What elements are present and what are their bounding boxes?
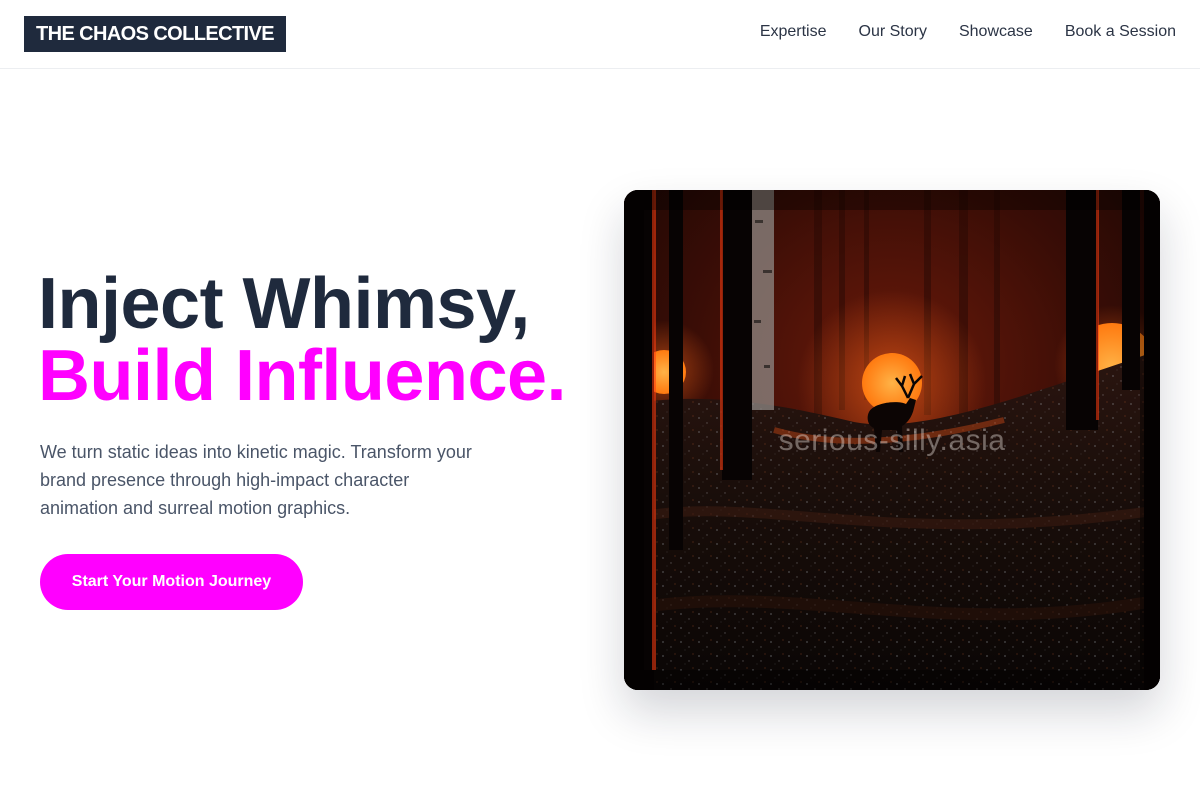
hero-headline-line-2: Build Influence.: [38, 336, 567, 416]
start-motion-journey-button[interactable]: Start Your Motion Journey: [40, 554, 303, 610]
hero-headline: Inject Whimsy, Build Influence.: [38, 264, 567, 416]
nav-link-our-story[interactable]: Our Story: [859, 22, 927, 42]
nav-link-showcase[interactable]: Showcase: [959, 22, 1033, 42]
brand-logo[interactable]: THE CHAOS COLLECTIVE: [24, 16, 286, 52]
image-watermark: serious-silly.asia: [778, 424, 1006, 457]
main-nav: Expertise Our Story Showcase Book a Sess…: [760, 22, 1176, 42]
hero-image-forest-deer: serious-silly.asia: [624, 190, 1160, 690]
nav-link-book-session[interactable]: Book a Session: [1065, 22, 1176, 42]
nav-link-expertise[interactable]: Expertise: [760, 22, 827, 42]
top-navigation-bar: THE CHAOS COLLECTIVE Expertise Our Story…: [0, 0, 1200, 69]
hero-description: We turn static ideas into kinetic magic.…: [40, 442, 472, 518]
hero-headline-line-1: Inject Whimsy,: [38, 264, 530, 344]
